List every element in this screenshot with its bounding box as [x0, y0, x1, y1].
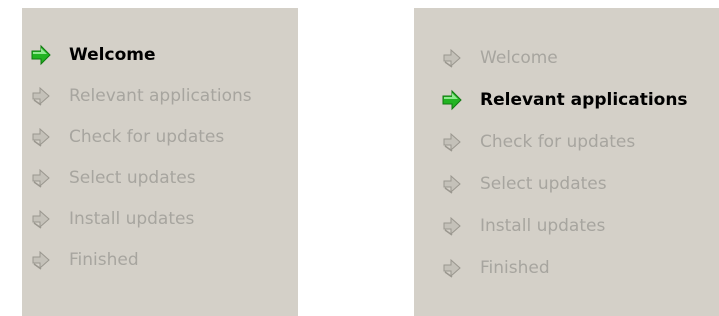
wizard-step-install-updates: Install updates: [441, 205, 688, 247]
wizard-step-welcome: Welcome: [441, 37, 688, 79]
arrow-inactive-icon: [32, 250, 50, 270]
arrow-inactive-icon: [32, 86, 50, 106]
wizard-step-finished: Finished: [441, 247, 688, 289]
wizard-step-relevant-applications: Relevant applications: [30, 75, 252, 116]
arrow-inactive-icon: [32, 209, 50, 229]
arrow-inactive-icon: [443, 174, 461, 194]
wizard-steps-panel-left: Welcome Relevant applications Check for …: [22, 8, 298, 316]
arrow-inactive-icon: [32, 168, 50, 188]
wizard-steps-panel-right: Welcome Relevant applications Check for …: [414, 8, 719, 316]
wizard-step-label: Check for updates: [69, 126, 225, 147]
wizard-step-label: Select updates: [480, 174, 607, 194]
wizard-step-label: Install updates: [69, 208, 195, 229]
wizard-step-label: Relevant applications: [480, 90, 688, 110]
wizard-step-label: Welcome: [480, 48, 558, 68]
wizard-step-label: Relevant applications: [69, 85, 252, 106]
wizard-step-label: Select updates: [69, 167, 196, 188]
arrow-inactive-icon: [443, 258, 461, 278]
wizard-step-select-updates: Select updates: [30, 157, 252, 198]
wizard-step-label: Finished: [480, 258, 550, 278]
wizard-step-select-updates: Select updates: [441, 163, 688, 205]
wizard-step-relevant-applications: Relevant applications: [441, 79, 688, 121]
arrow-inactive-icon: [443, 216, 461, 236]
wizard-step-install-updates: Install updates: [30, 198, 252, 239]
wizard-step-welcome: Welcome: [30, 34, 252, 75]
wizard-step-list: Welcome Relevant applications Check for …: [441, 37, 688, 289]
arrow-active-icon: [31, 44, 51, 65]
arrow-inactive-icon: [443, 48, 461, 68]
wizard-step-label: Finished: [69, 249, 139, 270]
wizard-step-check-for-updates: Check for updates: [30, 116, 252, 157]
wizard-step-finished: Finished: [30, 239, 252, 280]
arrow-inactive-icon: [32, 127, 50, 147]
wizard-step-check-for-updates: Check for updates: [441, 121, 688, 163]
arrow-active-icon: [442, 89, 462, 111]
wizard-step-label: Install updates: [480, 216, 606, 236]
wizard-step-label: Check for updates: [480, 132, 636, 152]
wizard-step-label: Welcome: [69, 44, 156, 65]
arrow-inactive-icon: [443, 132, 461, 152]
wizard-step-list: Welcome Relevant applications Check for …: [30, 34, 252, 280]
